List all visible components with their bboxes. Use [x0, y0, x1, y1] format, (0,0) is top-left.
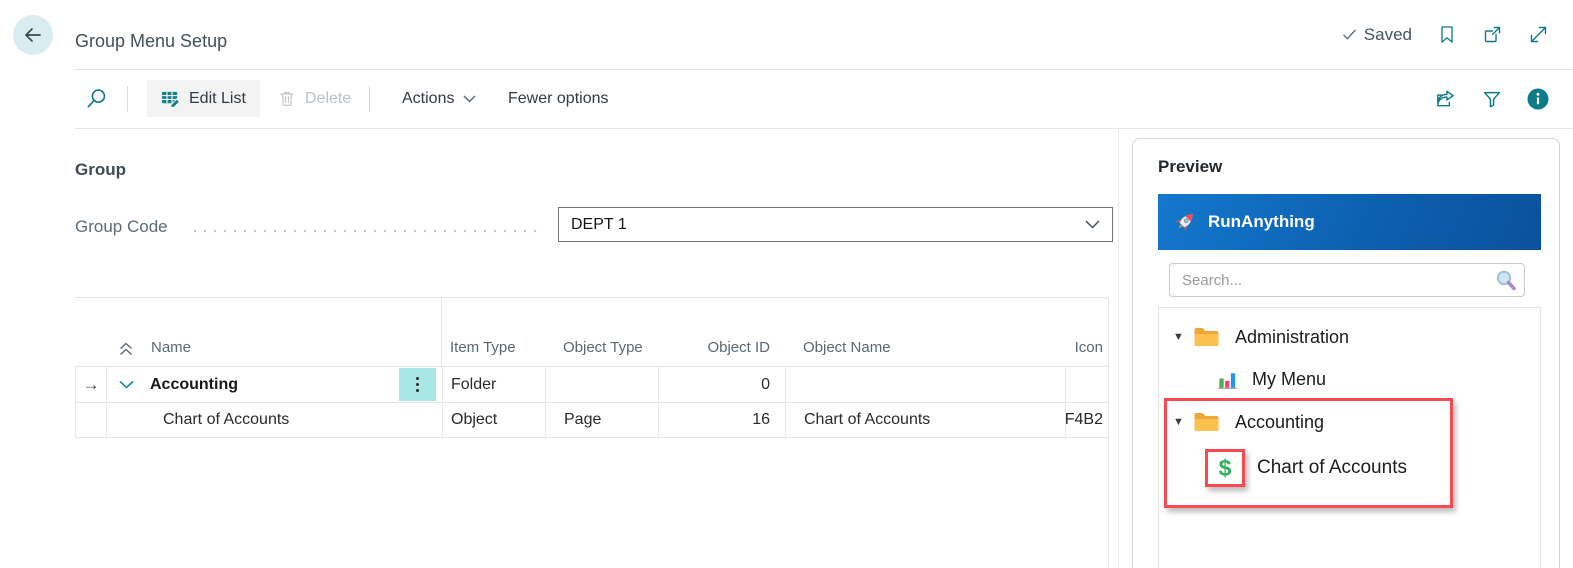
info-icon[interactable]: [1527, 88, 1549, 110]
preview-search-box[interactable]: [1169, 263, 1525, 297]
dotted-leader: [190, 229, 542, 233]
back-button[interactable]: [13, 15, 53, 55]
tree-item-my-menu[interactable]: My Menu: [1159, 364, 1536, 394]
check-icon: [1341, 26, 1358, 43]
bookmark-icon[interactable]: [1437, 24, 1457, 45]
preview-heading: Preview: [1158, 157, 1223, 176]
rocket-icon: [1173, 210, 1197, 234]
group-menu-setup-page: Group Menu Setup Saved Edit List Delete …: [0, 0, 1573, 568]
icon-cell[interactable]: 1F4B2: [1066, 403, 1109, 437]
object-name-cell[interactable]: [786, 367, 1066, 402]
object-name-column-header[interactable]: Object Name: [785, 339, 1065, 366]
tree-expand-icon[interactable]: ▼: [1173, 416, 1186, 428]
dollar-icon-annotation-box: $: [1205, 449, 1245, 487]
name-header-label: Name: [151, 339, 192, 356]
open-in-new-window-icon[interactable]: [1482, 24, 1503, 45]
object-type-cell[interactable]: Page: [546, 403, 659, 437]
saved-label: Saved: [1363, 24, 1412, 44]
icon-column-header[interactable]: Icon: [1065, 339, 1108, 366]
group-code-label: Group Code: [75, 217, 168, 236]
object-id-cell[interactable]: 16: [659, 403, 786, 437]
row-more-options-button[interactable]: [399, 368, 436, 401]
trash-icon: [278, 89, 296, 108]
name-cell[interactable]: Chart of Accounts: [107, 403, 443, 437]
tree-item-administration[interactable]: ▼ Administration: [1159, 322, 1536, 352]
tree-item-accounting[interactable]: ▼ Accounting: [1159, 407, 1536, 437]
bar-chart-icon: [1216, 368, 1239, 391]
item-type-column-header[interactable]: Item Type: [442, 339, 545, 366]
name-column-header[interactable]: Name: [106, 298, 442, 366]
row-selector-cell: [76, 403, 107, 437]
name-cell[interactable]: Accounting: [107, 367, 443, 402]
page-title: Group Menu Setup: [75, 31, 228, 51]
toolbar-separator: [369, 86, 370, 112]
menu-items-table: Name Item Type Object Type Object ID Obj…: [75, 297, 1109, 438]
search-icon[interactable]: [85, 87, 108, 110]
fewer-options-label: Fewer options: [508, 89, 609, 107]
actions-menu-button[interactable]: Actions: [392, 80, 486, 117]
tree-item-label: My Menu: [1252, 368, 1327, 389]
tree-item-chart-of-accounts[interactable]: $ Chart of Accounts: [1159, 448, 1536, 488]
item-type-cell[interactable]: Folder: [443, 367, 546, 402]
expand-icon[interactable]: [1528, 24, 1549, 45]
fewer-options-button[interactable]: Fewer options: [498, 80, 619, 117]
edit-list-label: Edit List: [189, 89, 246, 107]
current-row-arrow-icon: →: [82, 374, 100, 394]
collapse-row-chevron-icon[interactable]: [119, 380, 134, 390]
edit-list-icon: [161, 89, 180, 108]
table-header-row: Name Item Type Object Type Object ID Obj…: [75, 298, 1108, 366]
preview-app-name: RunAnything: [1208, 212, 1315, 231]
object-id-cell[interactable]: 0: [659, 367, 786, 402]
group-code-input[interactable]: [571, 215, 1085, 234]
save-status: Saved: [1341, 25, 1412, 45]
edit-list-button[interactable]: Edit List: [147, 80, 260, 117]
item-type-cell[interactable]: Object: [443, 403, 546, 437]
object-type-column-header[interactable]: Object Type: [545, 339, 658, 366]
folder-icon: [1193, 411, 1220, 433]
dollar-icon: $: [1218, 454, 1232, 481]
tree-item-label: Chart of Accounts: [1257, 457, 1407, 478]
folder-icon: [1193, 326, 1220, 348]
action-toolbar: Edit List Delete Actions Fewer options: [0, 69, 1573, 129]
preview-search-input[interactable]: [1170, 264, 1524, 296]
tree-item-label: Administration: [1235, 326, 1350, 347]
actions-label: Actions: [402, 89, 455, 107]
group-code-combobox[interactable]: [558, 207, 1113, 242]
table-row[interactable]: → Accounting Folder 0: [75, 366, 1109, 402]
magnifier-icon[interactable]: [1493, 268, 1519, 294]
preview-factbox: Preview RunAnything Search... ▼ Administ…: [1132, 138, 1560, 568]
tree-expand-icon[interactable]: ▼: [1173, 331, 1186, 343]
table-row[interactable]: Chart of Accounts Object Page 16 Chart o…: [75, 402, 1109, 438]
filter-icon[interactable]: [1481, 88, 1503, 110]
toolbar-divider: [75, 128, 1573, 129]
preview-menu-tree: ▼ Administration My Menu ▼ Accounting $ …: [1158, 307, 1541, 568]
collapse-all-icon[interactable]: [118, 341, 134, 356]
object-id-column-header[interactable]: Object ID: [658, 339, 785, 366]
tree-item-label: Accounting: [1235, 411, 1325, 432]
combobox-chevron-icon[interactable]: [1085, 220, 1100, 229]
grid-right-border: [1108, 297, 1109, 568]
share-icon[interactable]: [1434, 87, 1457, 110]
chevron-down-icon: [463, 94, 476, 103]
content-pane-divider: [1118, 129, 1119, 568]
delete-button[interactable]: Delete: [268, 80, 361, 117]
object-name-cell[interactable]: Chart of Accounts: [786, 403, 1066, 437]
delete-label: Delete: [305, 89, 352, 107]
icon-cell[interactable]: [1066, 367, 1109, 402]
preview-app-header: RunAnything: [1158, 194, 1541, 250]
group-section-heading: Group: [75, 160, 126, 179]
selector-column-header: [75, 356, 106, 366]
row-selector-cell: →: [76, 367, 107, 402]
back-arrow-icon: [21, 23, 45, 47]
object-type-cell[interactable]: [546, 367, 659, 402]
toolbar-separator: [127, 86, 128, 112]
